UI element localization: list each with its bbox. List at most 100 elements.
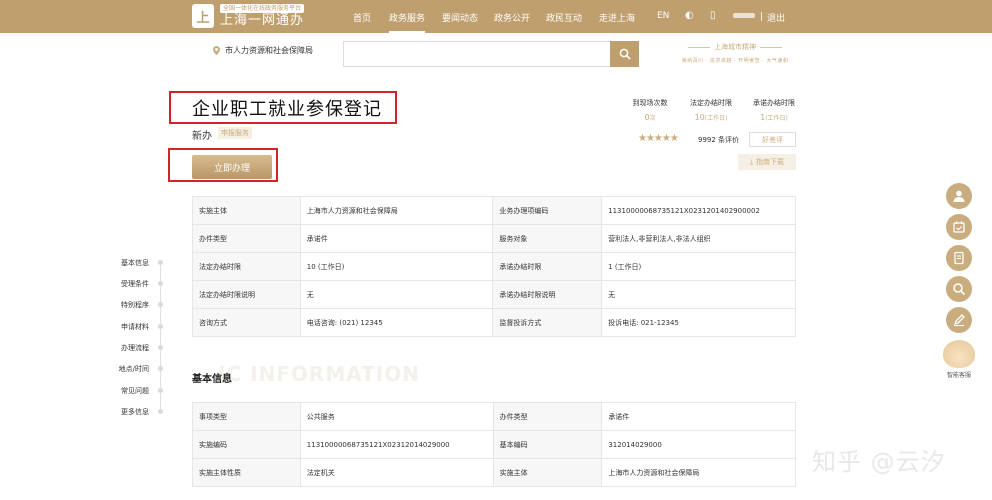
guide-download-label: 指南下载 bbox=[756, 158, 785, 166]
user-center-button[interactable] bbox=[946, 183, 972, 209]
table-key: 事项类型 bbox=[192, 402, 301, 431]
appointment-button[interactable] bbox=[946, 214, 972, 240]
page-title: 企业职工就业参保登记 bbox=[192, 99, 382, 120]
watermark: 知乎 @云汐 bbox=[812, 448, 946, 476]
table-key: 承诺办结时限说明 bbox=[492, 280, 603, 309]
document-button[interactable] bbox=[946, 245, 972, 271]
nav-news[interactable]: 要闻动态 bbox=[442, 11, 478, 24]
side-nav-dot bbox=[158, 409, 163, 414]
nav-gov-open[interactable]: 政务公开 bbox=[494, 11, 530, 24]
table-key: 法定办结时限说明 bbox=[192, 280, 301, 309]
logo-subtitle: 全国一体化在线政务服务平台 bbox=[220, 4, 305, 13]
table-key: 咨询方式 bbox=[192, 308, 301, 337]
feedback-button[interactable] bbox=[946, 307, 972, 333]
table-row: 实施主体 上海市人力资源和社会保障局 业务办理项编码 1131000006873… bbox=[192, 196, 796, 225]
table-key: 监督投诉方式 bbox=[492, 308, 603, 337]
side-nav-dot bbox=[158, 388, 163, 393]
table-key: 办件类型 bbox=[492, 402, 603, 431]
stat-label: 到现场次数 bbox=[632, 99, 668, 107]
logo-mark-icon: 上 bbox=[192, 4, 214, 28]
table-value: 承诺件 bbox=[601, 402, 796, 431]
side-nav-location-time[interactable]: 地点/时间 bbox=[113, 364, 149, 374]
mobile-icon[interactable]: ▯ bbox=[710, 10, 716, 21]
nav-divider bbox=[761, 12, 762, 21]
search-button[interactable] bbox=[610, 41, 639, 67]
table-key: 法定办结时限 bbox=[192, 252, 301, 281]
city-spirit-banner: 上海城市精神 海纳百川 · 追求卓越 · 开明睿智 · 大气谦和 bbox=[670, 42, 800, 64]
side-nav-materials[interactable]: 申请材料 bbox=[113, 322, 149, 332]
rating-stars: ★★★★★ bbox=[638, 133, 679, 144]
table-value: 上海市人力资源和社会保障局 bbox=[299, 196, 494, 225]
basic-info-table: 事项类型 公共服务 办件类型 承诺件 实施编码 1131000006873512… bbox=[192, 402, 796, 487]
overview-table: 实施主体 上海市人力资源和社会保障局 业务办理项编码 1131000006873… bbox=[192, 196, 796, 337]
side-nav-dot bbox=[158, 345, 163, 350]
stat-legal-time-limit: 法定办结时限 10(工作日) bbox=[681, 98, 741, 122]
table-value: 1 (工作日) bbox=[601, 252, 796, 281]
download-icon: ⤓ bbox=[749, 157, 754, 166]
department-selector[interactable]: 市人力资源和社会保障局 bbox=[213, 45, 313, 56]
guide-download-button[interactable]: ⤓ 指南下载 bbox=[738, 154, 796, 170]
logout-link[interactable]: 退出 bbox=[767, 11, 785, 24]
table-key: 服务对象 bbox=[492, 224, 603, 253]
table-row: 实施编码 11310000068735121X02312014029000 基本… bbox=[192, 430, 796, 459]
table-value: 电话咨询: (021) 12345 bbox=[299, 308, 494, 337]
table-value: 10 (工作日) bbox=[299, 252, 494, 281]
stat-label: 承诺办结时限 bbox=[753, 99, 795, 107]
stat-promised-time-limit: 承诺办结时限 1(工作日) bbox=[744, 98, 804, 122]
edit-icon bbox=[953, 314, 965, 327]
nav-home[interactable]: 首页 bbox=[353, 11, 371, 24]
calendar-icon bbox=[953, 221, 965, 233]
table-value: 113100000687351​21X02312014029000​02 bbox=[601, 196, 796, 225]
site-logo[interactable]: 上 全国一体化在线政务服务平台 上海一网通办 bbox=[192, 4, 305, 28]
search-icon bbox=[953, 283, 966, 296]
nav-about-shanghai[interactable]: 走进上海 bbox=[599, 11, 635, 24]
side-nav-more-info[interactable]: 更多信息 bbox=[113, 407, 149, 417]
table-key: 办件类型 bbox=[192, 224, 301, 253]
table-value: 法定机关 bbox=[299, 458, 494, 487]
top-nav-bar: 上 全国一体化在线政务服务平台 上海一网通办 首页 政务服务 要闻动态 政务公开… bbox=[0, 0, 992, 33]
table-key: 实施主体 bbox=[492, 458, 603, 487]
nav-interaction[interactable]: 政民互动 bbox=[546, 11, 582, 24]
table-value: 11310000068735121X02312014029000 bbox=[299, 430, 494, 459]
side-nav-dot bbox=[158, 281, 163, 286]
table-value: 投诉电话: 021-12345 bbox=[601, 308, 796, 337]
stat-value: 10 bbox=[694, 113, 705, 122]
service-type-badge: 申报服务 bbox=[218, 127, 252, 139]
section-background-text: IC INFORMATION bbox=[218, 362, 420, 386]
smart-assistant-button[interactable]: 智能客服 bbox=[941, 340, 977, 379]
table-value: 无 bbox=[299, 280, 494, 309]
department-label: 市人力资源和社会保障局 bbox=[225, 46, 313, 55]
table-key: 实施主体 bbox=[192, 196, 301, 225]
search-input[interactable] bbox=[343, 41, 610, 67]
side-nav-basic-info[interactable]: 基本信息 bbox=[113, 258, 149, 268]
table-key: 承诺办结时限 bbox=[492, 252, 603, 281]
document-icon bbox=[954, 251, 964, 265]
user-icon bbox=[953, 190, 965, 202]
side-nav-dot bbox=[158, 302, 163, 307]
service-subtitle: 新办 bbox=[192, 131, 212, 142]
side-nav-dot bbox=[158, 324, 163, 329]
table-row: 法定办结时限说明 无 承诺办结时限说明 无 bbox=[192, 280, 796, 309]
table-key: 实施主体性质 bbox=[192, 458, 301, 487]
side-nav-conditions[interactable]: 受理条件 bbox=[113, 279, 149, 289]
section-title-basic-info: 基本信息 bbox=[192, 374, 232, 385]
apply-now-button[interactable]: 立即办理 bbox=[192, 155, 272, 179]
table-row: 办件类型 承诺件 服务对象 营利法人,非营利法人,非法人组织 bbox=[192, 224, 796, 253]
table-key: 基本编码 bbox=[492, 430, 603, 459]
table-row: 法定办结时限 10 (工作日) 承诺办结时限 1 (工作日) bbox=[192, 252, 796, 281]
side-nav-process[interactable]: 办理流程 bbox=[113, 343, 149, 353]
accessibility-icon[interactable]: ◐ bbox=[685, 10, 694, 21]
side-nav-special-procedure[interactable]: 特别程序 bbox=[113, 300, 149, 310]
table-row: 事项类型 公共服务 办件类型 承诺件 bbox=[192, 402, 796, 431]
table-key: 业务办理项编码 bbox=[492, 196, 603, 225]
robot-avatar-icon bbox=[943, 340, 975, 368]
nav-gov-service[interactable]: 政务服务 bbox=[389, 11, 426, 33]
nav-lang-en[interactable]: EN bbox=[657, 11, 669, 21]
float-search-button[interactable] bbox=[946, 276, 972, 302]
stat-unit: (工作日) bbox=[704, 115, 728, 122]
review-button[interactable]: 好差评 bbox=[749, 132, 796, 147]
side-nav-faq[interactable]: 常见问题 bbox=[113, 386, 149, 396]
stat-unit: 次 bbox=[649, 115, 656, 122]
table-value: 承诺件 bbox=[299, 224, 494, 253]
user-name-masked[interactable] bbox=[733, 13, 755, 18]
